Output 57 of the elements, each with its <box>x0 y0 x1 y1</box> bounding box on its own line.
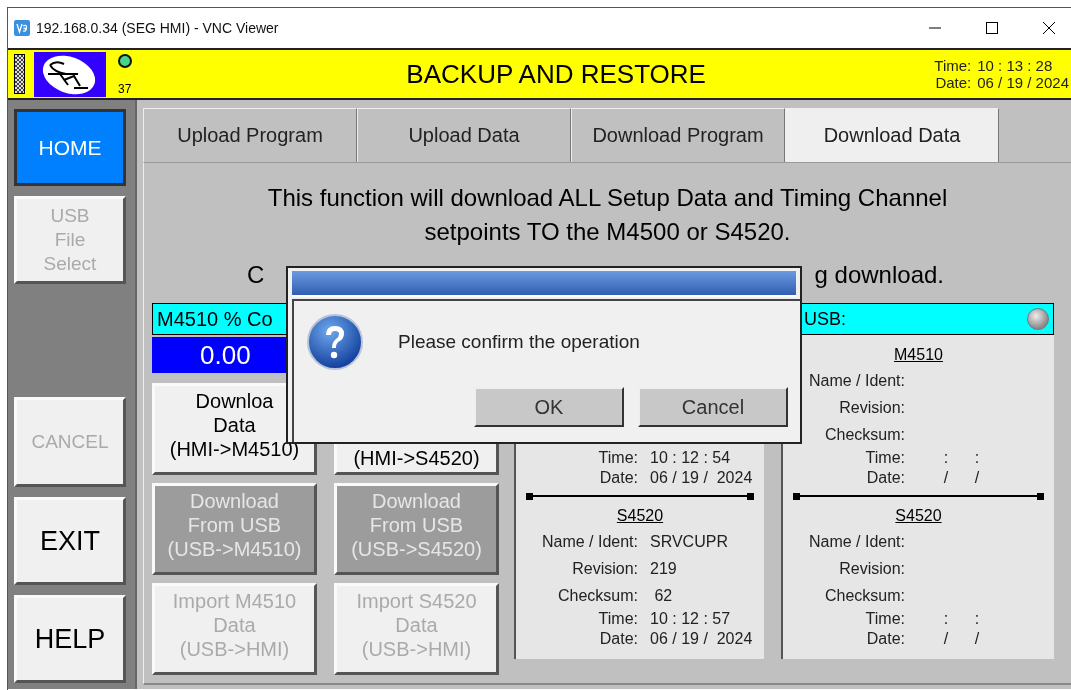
info-value: 10 : 12 : 57 <box>650 610 731 628</box>
app-logo-icon <box>14 20 30 36</box>
sidebar-button[interactable]: HELP <box>14 595 126 683</box>
section-title: S4520 <box>894 506 943 526</box>
info-label: Revision: <box>572 559 638 578</box>
info-label: Time: <box>865 449 905 467</box>
status-led-icon <box>118 54 132 68</box>
date-value: 06 / 19 / 2024 <box>977 74 1069 91</box>
sidebar-button[interactable]: EXIT <box>14 497 126 585</box>
dialog-button[interactable]: Cancel <box>638 387 788 427</box>
info-value: / / <box>942 630 980 648</box>
tab[interactable]: Upload Data <box>357 108 571 162</box>
indicator-icon <box>1027 308 1049 330</box>
usb-label: USB: <box>804 308 846 330</box>
screen-title: BACKUP AND RESTORE <box>405 58 707 90</box>
tab[interactable]: Download Data <box>785 108 999 162</box>
info-label: Revision: <box>839 398 905 417</box>
info-label: Date: <box>599 469 638 487</box>
info-label: Time: <box>598 610 638 628</box>
sidebar-button[interactable]: HOME <box>14 109 126 186</box>
info-value: : : <box>942 610 980 628</box>
info-label: Checksum: <box>824 586 905 605</box>
dialog-button[interactable]: OK <box>474 387 624 427</box>
time-value: 10 : 13 : 28 <box>977 57 1054 74</box>
info-label: Date: <box>866 630 905 648</box>
instruction-text: This function will download ALL Setup Data and Timing Channel setpoints TO the M4500 or S4520. <box>266 183 949 247</box>
tab[interactable]: Download Program <box>571 108 785 162</box>
info-label: Name / Ident: <box>808 532 905 551</box>
logo-icon <box>34 51 106 97</box>
info-value: : : <box>942 449 980 467</box>
info-label: Checksum: <box>824 425 905 444</box>
info-value: / / <box>942 469 980 487</box>
window-title: 192.168.0.34 (SEG HMI) - VNC Viewer <box>36 20 280 36</box>
info-label: Time: <box>598 449 638 467</box>
info-label: Name / Ident: <box>541 532 638 551</box>
info-value: 10 : 12 : 54 <box>650 449 731 467</box>
info-value: 06 / 19 / 2024 <box>650 630 753 648</box>
info-label: Date: <box>599 630 638 648</box>
info-label: Date: <box>866 469 905 487</box>
info-label: Revision: <box>839 559 905 578</box>
time-label: Time: <box>934 57 972 74</box>
tab[interactable]: Upload Program <box>143 108 357 162</box>
note-text: C <box>247 261 265 289</box>
info-label: Name / Ident: <box>808 371 905 390</box>
info-value: 219 <box>650 559 677 578</box>
info-value: 06 / 19 / 2024 <box>650 469 753 487</box>
info-label: Time: <box>865 610 905 628</box>
section-title: M4510 <box>893 345 944 365</box>
info-value: 62 <box>653 586 673 605</box>
question-icon <box>306 313 364 371</box>
section-title: S4520 <box>615 506 665 526</box>
info-label: Checksum: <box>557 586 638 605</box>
date-label: Date: <box>934 74 972 91</box>
checker-icon <box>14 54 25 94</box>
note-text: g download. <box>814 261 944 289</box>
info-value: SRVCUPR <box>650 532 728 551</box>
counter-text: 37 <box>118 82 132 96</box>
